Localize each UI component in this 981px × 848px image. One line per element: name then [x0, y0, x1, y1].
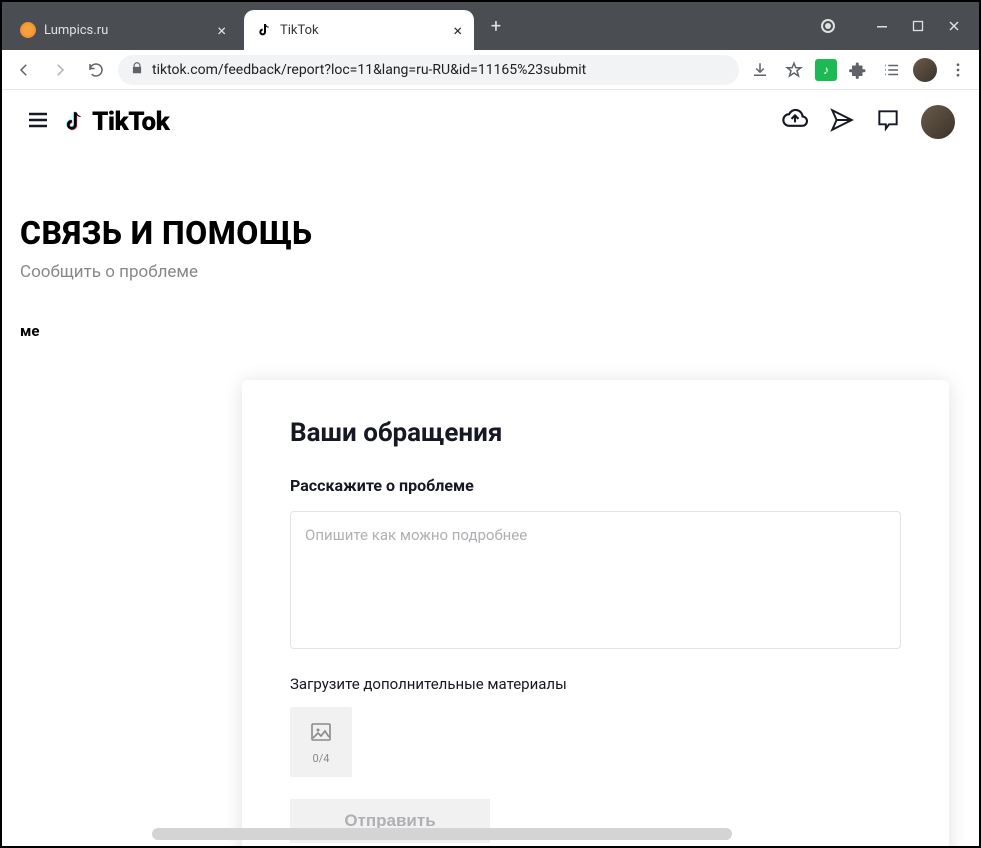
browser-profile-avatar[interactable] — [913, 58, 937, 82]
reload-button[interactable] — [82, 56, 110, 84]
url-text: tiktok.com/feedback/report?loc=11&lang=r… — [152, 62, 586, 78]
back-button[interactable] — [10, 56, 38, 84]
card-title: Ваши обращения — [290, 418, 901, 448]
report-card: Ваши обращения Расскажите о проблеме Заг… — [242, 380, 949, 846]
browser-tab-lumpics[interactable]: Lumpics.ru × — [8, 10, 238, 50]
page-viewport: TikTok СВЯЗЬ И ПОМОЩЬ Сообщить о проблем… — [2, 90, 979, 846]
inbox-icon[interactable] — [875, 107, 901, 137]
problem-field-label: Расскажите о проблеме — [290, 476, 901, 495]
tiktok-note-icon — [62, 109, 88, 135]
tab-title: Lumpics.ru — [44, 23, 108, 38]
minimize-icon[interactable] — [875, 19, 889, 33]
close-icon[interactable]: × — [217, 21, 226, 40]
tiktok-logo[interactable]: TikTok — [62, 107, 169, 137]
lock-icon — [130, 61, 144, 79]
forward-button — [46, 56, 74, 84]
profile-indicator-icon[interactable] — [821, 19, 835, 33]
extension-music-icon[interactable]: ♪ — [815, 59, 837, 81]
browser-tab-tiktok[interactable]: TikTok × — [244, 10, 474, 50]
tiktok-logo-text: TikTok — [92, 107, 169, 137]
window-close-icon[interactable] — [947, 19, 961, 33]
tab-title: TikTok — [280, 23, 319, 38]
favicon-tiktok — [256, 22, 272, 38]
favicon-lumpics — [20, 22, 36, 38]
browser-tab-bar: Lumpics.ru × TikTok × + — [2, 2, 979, 50]
upload-icon[interactable] — [781, 106, 809, 138]
horizontal-scrollbar[interactable] — [152, 828, 732, 840]
page-subtitle: Сообщить о проблеме — [2, 262, 979, 282]
extensions-icon[interactable] — [845, 57, 871, 83]
page-body: СВЯЗЬ И ПОМОЩЬ Сообщить о проблеме ме — [2, 154, 979, 340]
url-input[interactable]: tiktok.com/feedback/report?loc=11&lang=r… — [118, 55, 739, 85]
close-icon[interactable]: × — [453, 21, 462, 40]
page-title: СВЯЗЬ И ПОМОЩЬ — [2, 154, 979, 262]
user-avatar[interactable] — [921, 105, 955, 139]
new-tab-button[interactable]: + — [482, 12, 510, 40]
kebab-menu-icon[interactable] — [945, 57, 971, 83]
problem-textarea[interactable] — [290, 511, 901, 649]
image-icon — [309, 720, 333, 748]
send-icon[interactable] — [829, 107, 855, 137]
upload-counter: 0/4 — [313, 752, 330, 765]
star-icon[interactable] — [781, 57, 807, 83]
upload-label: Загрузите дополнительные материалы — [290, 675, 901, 693]
download-icon[interactable] — [747, 57, 773, 83]
upload-button[interactable]: 0/4 — [290, 707, 352, 777]
cutoff-text: ме — [2, 282, 979, 340]
hamburger-icon[interactable] — [26, 108, 50, 136]
browser-address-bar: tiktok.com/feedback/report?loc=11&lang=r… — [2, 50, 979, 90]
reading-list-icon[interactable] — [879, 57, 905, 83]
tiktok-header: TikTok — [2, 90, 979, 154]
maximize-icon[interactable] — [911, 19, 925, 33]
